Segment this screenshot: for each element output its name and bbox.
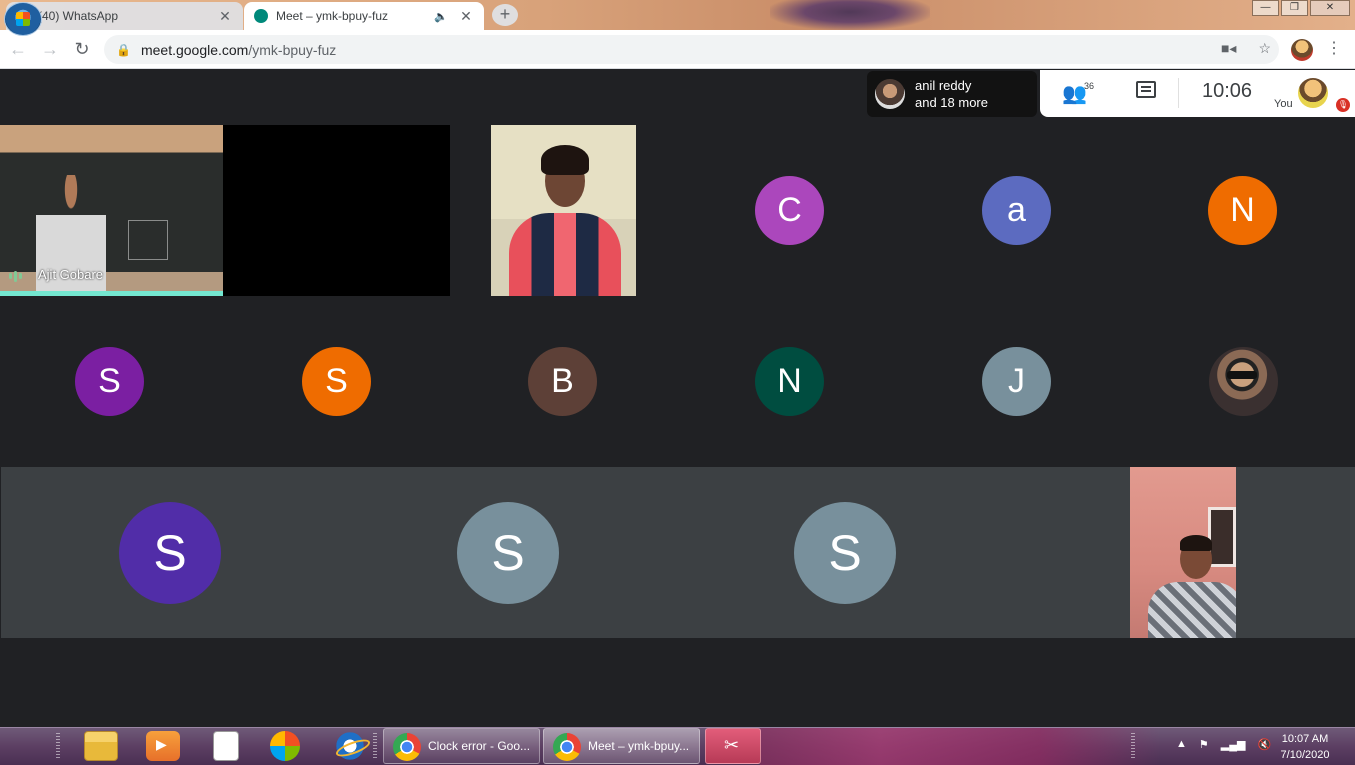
participant-video <box>1148 582 1236 638</box>
profile-avatar[interactable] <box>1291 39 1313 61</box>
self-avatar[interactable] <box>1298 78 1328 108</box>
minimize-button[interactable]: — <box>1252 0 1279 16</box>
active-speaker-border <box>0 291 223 296</box>
you-label: You <box>1274 98 1293 110</box>
presenter-name: anil reddy <box>915 78 972 93</box>
participant-count: 36 <box>1084 81 1095 91</box>
taskbar-button-clock-error[interactable]: Clock error - Goo... <box>383 728 540 764</box>
taskbar-grip <box>373 733 377 759</box>
internet-explorer-icon[interactable] <box>333 731 367 761</box>
participant-name: Ajit Gobare <box>38 267 104 282</box>
background-window <box>1208 507 1236 567</box>
video-tile-student[interactable] <box>491 125 636 296</box>
url-path: /ymk-bpuy-fuz <box>248 41 337 58</box>
participant-avatar[interactable]: a <box>982 176 1051 245</box>
window-close-button[interactable]: ✕ <box>1310 0 1350 16</box>
tab-title: Meet – ymk-bpuy-fuz <box>276 9 389 23</box>
system-time: 10:07 AM <box>1281 733 1329 745</box>
participant-hair <box>1180 535 1212 551</box>
participant-avatar[interactable]: N <box>1208 176 1277 245</box>
speaker-icon[interactable]: 🔈 <box>434 10 448 23</box>
presenter-chip[interactable]: anil reddy and 18 more <box>867 71 1037 117</box>
camera-icon[interactable]: ■◂ <box>1221 40 1236 57</box>
tab-title: (40) WhatsApp <box>38 9 119 23</box>
system-date: 7/10/2020 <box>1280 749 1330 761</box>
snipping-tool-icon[interactable] <box>705 728 761 764</box>
media-player-icon[interactable] <box>146 731 180 761</box>
participant-avatar[interactable]: N <box>755 347 824 416</box>
speaking-indicator-icon <box>9 270 25 282</box>
avatar <box>875 79 905 109</box>
participant-avatar[interactable]: S <box>457 502 559 604</box>
mic-off-icon: 🎙 <box>1336 98 1350 112</box>
participant-photo-avatar[interactable] <box>1209 347 1278 416</box>
close-icon[interactable]: ✕ <box>458 8 474 24</box>
participant-avatar[interactable]: B <box>528 347 597 416</box>
forward-button[interactable]: → <box>34 39 66 60</box>
chrome-icon <box>393 733 421 761</box>
menu-icon[interactable]: ⋮ <box>1326 38 1342 58</box>
new-tab-button[interactable]: + <box>492 4 518 26</box>
participant-avatar[interactable]: S <box>302 347 371 416</box>
taskbar-button-label: Meet – ymk-bpuy... <box>588 739 690 753</box>
start-button[interactable] <box>4 2 42 36</box>
video-tile-student-2[interactable] <box>1130 467 1236 638</box>
participant-avatar[interactable]: S <box>794 502 896 604</box>
taskbar-button-meet[interactable]: Meet – ymk-bpuy... <box>543 728 700 764</box>
taskbar-grip <box>56 733 60 759</box>
participant-video <box>509 213 621 296</box>
meet-icon <box>254 9 268 23</box>
participant-avatar[interactable]: C <box>755 176 824 245</box>
bookmark-star-icon[interactable]: ☆ <box>1258 40 1271 57</box>
show-hidden-icons-icon[interactable]: ▲ <box>1176 738 1187 751</box>
folder-icon[interactable] <box>84 731 118 761</box>
meeting-clock: 10:06 <box>1202 80 1253 102</box>
network-icon[interactable]: ▂▄▆ <box>1221 738 1246 751</box>
taskbar-grip <box>1131 733 1135 759</box>
participant-avatar[interactable]: S <box>119 502 221 604</box>
address-bar[interactable]: 🔒 meet.google.com/ymk-bpuy-fuz ■◂ ☆ <box>104 35 1279 64</box>
presenter-more: and 18 more <box>915 95 988 110</box>
back-button[interactable]: ← <box>2 39 34 60</box>
taskbar-button-label: Clock error - Goo... <box>428 739 531 753</box>
tab-meet[interactable]: Meet – ymk-bpuy-fuz 🔈 ✕ <box>244 2 484 30</box>
system-clock[interactable]: 10:07 AM 7/10/2020 <box>1270 731 1340 763</box>
notepad-icon[interactable] <box>213 731 239 761</box>
close-icon[interactable]: ✕ <box>217 8 233 24</box>
participant-avatar[interactable]: S <box>75 347 144 416</box>
chrome-icon <box>553 733 581 761</box>
window-controls: — ❐ ✕ <box>1250 0 1350 16</box>
browser-toolbar: ← → ↻ 🔒 meet.google.com/ymk-bpuy-fuz ■◂ … <box>0 30 1355 69</box>
reload-button[interactable]: ↻ <box>66 39 98 60</box>
url-host: meet.google.com <box>140 41 249 58</box>
system-tray: ▲ ⚑ ▂▄▆ 🔇 <box>1176 738 1271 751</box>
windows-logo-icon[interactable] <box>270 731 300 761</box>
blackboard-drawing <box>128 220 168 260</box>
chat-icon[interactable] <box>1136 81 1156 98</box>
action-center-flag-icon[interactable]: ⚑ <box>1199 738 1209 751</box>
meeting-info-panel: 👥 36 10:06 You 🎙 <box>1040 70 1355 117</box>
video-tile-teacher[interactable]: Ajit Gobare <box>0 125 223 296</box>
lock-icon[interactable]: 🔒 <box>116 43 131 57</box>
participant-hair <box>541 145 589 175</box>
video-tile-blank[interactable] <box>223 125 450 296</box>
divider <box>1178 78 1179 108</box>
restore-button[interactable]: ❐ <box>1281 0 1308 16</box>
participant-avatar[interactable]: J <box>982 347 1051 416</box>
